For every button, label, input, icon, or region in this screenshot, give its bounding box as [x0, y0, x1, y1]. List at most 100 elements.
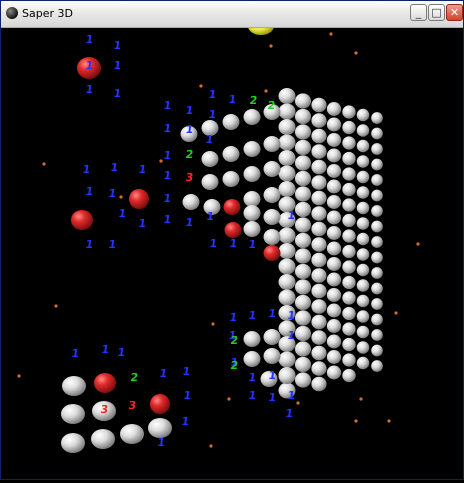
unrevealed-cell[interactable]	[342, 182, 356, 197]
unrevealed-cell[interactable]	[278, 274, 296, 290]
unrevealed-cell[interactable]	[371, 174, 383, 186]
unrevealed-cell[interactable]	[371, 344, 383, 357]
unrevealed-cell[interactable]	[326, 241, 342, 256]
unrevealed-cell[interactable]	[342, 105, 356, 119]
unrevealed-cell[interactable]	[356, 263, 370, 277]
unrevealed-cell[interactable]	[311, 128, 327, 144]
unrevealed-cell[interactable]	[294, 108, 312, 125]
unrevealed-cell[interactable]	[342, 244, 356, 259]
mine[interactable]	[223, 199, 241, 215]
unrevealed-cell[interactable]	[243, 109, 261, 125]
unrevealed-cell[interactable]	[294, 217, 312, 233]
unrevealed-cell[interactable]	[371, 189, 383, 202]
unrevealed-cell[interactable]	[342, 353, 356, 367]
unrevealed-cell[interactable]	[342, 167, 356, 181]
unrevealed-cell[interactable]	[243, 191, 261, 207]
unrevealed-cell[interactable]	[263, 348, 281, 364]
unrevealed-cell[interactable]	[278, 243, 296, 259]
unrevealed-cell[interactable]	[342, 291, 356, 305]
unrevealed-cell[interactable]	[371, 360, 383, 372]
unrevealed-cell[interactable]	[294, 124, 312, 140]
unrevealed-cell[interactable]	[222, 114, 240, 130]
unrevealed-cell[interactable]	[342, 229, 356, 243]
unrevealed-cell[interactable]	[243, 166, 261, 182]
unrevealed-cell[interactable]	[311, 268, 327, 283]
unrevealed-cell[interactable]	[356, 201, 370, 215]
unrevealed-cell[interactable]	[371, 236, 383, 248]
close-button[interactable]: ✕	[446, 4, 463, 21]
unrevealed-cell[interactable]	[311, 283, 327, 299]
unrevealed-cell[interactable]	[294, 263, 312, 280]
unrevealed-cell[interactable]	[263, 161, 281, 177]
unrevealed-cell[interactable]	[371, 127, 383, 140]
unrevealed-cell[interactable]	[371, 220, 383, 233]
unrevealed-cell[interactable]	[311, 252, 327, 268]
unrevealed-cell[interactable]	[243, 205, 261, 221]
unrevealed-cell[interactable]	[294, 186, 312, 202]
unrevealed-cell[interactable]	[326, 102, 342, 116]
unrevealed-cell[interactable]	[342, 322, 356, 336]
unrevealed-cell[interactable]	[278, 258, 296, 275]
unrevealed-cell[interactable]	[326, 365, 342, 380]
unrevealed-cell[interactable]	[356, 217, 370, 230]
unrevealed-cell[interactable]	[356, 341, 370, 354]
unrevealed-cell[interactable]	[311, 221, 327, 237]
unrevealed-cell[interactable]	[356, 294, 370, 308]
unrevealed-cell[interactable]	[326, 303, 342, 318]
unrevealed-cell[interactable]	[356, 232, 370, 246]
unrevealed-cell[interactable]	[294, 356, 312, 373]
unrevealed-cell[interactable]	[294, 310, 312, 326]
unrevealed-cell[interactable]	[311, 144, 327, 159]
unrevealed-cell[interactable]	[356, 325, 370, 339]
unrevealed-cell[interactable]	[278, 227, 296, 244]
unrevealed-cell[interactable]	[278, 119, 296, 135]
unrevealed-cell[interactable]	[342, 151, 356, 166]
unrevealed-cell[interactable]	[294, 325, 312, 342]
unrevealed-cell[interactable]	[371, 251, 383, 264]
unrevealed-cell[interactable]	[311, 314, 327, 330]
unrevealed-cell[interactable]	[371, 205, 383, 217]
title-bar[interactable]: Saper 3D _ □ ✕	[1, 1, 463, 28]
unrevealed-cell[interactable]	[61, 404, 85, 424]
unrevealed-cell[interactable]	[371, 143, 383, 155]
unrevealed-cell[interactable]	[326, 117, 342, 132]
unrevealed-cell[interactable]	[62, 376, 86, 396]
unrevealed-cell[interactable]	[342, 198, 356, 212]
unrevealed-cell[interactable]	[311, 159, 327, 175]
unrevealed-cell[interactable]	[342, 275, 356, 290]
unrevealed-cell[interactable]	[326, 272, 342, 287]
unrevealed-cell[interactable]	[326, 334, 342, 349]
unrevealed-cell[interactable]	[294, 279, 312, 295]
unrevealed-cell[interactable]	[326, 257, 342, 271]
game-viewport[interactable]: 1111111111221111112131111111111111111111…	[1, 17, 463, 479]
unrevealed-cell[interactable]	[278, 351, 296, 368]
unrevealed-cell[interactable]	[294, 139, 312, 156]
unrevealed-cell[interactable]	[326, 148, 342, 163]
unrevealed-cell[interactable]	[356, 124, 370, 137]
unrevealed-cell[interactable]	[326, 195, 342, 209]
unrevealed-cell[interactable]	[294, 294, 312, 311]
unrevealed-cell[interactable]	[278, 150, 296, 166]
unrevealed-cell[interactable]	[311, 206, 327, 221]
unrevealed-cell[interactable]	[371, 112, 383, 124]
unrevealed-cell[interactable]	[278, 134, 296, 151]
unrevealed-cell[interactable]	[278, 103, 296, 120]
unrevealed-cell[interactable]	[243, 351, 261, 367]
mine[interactable]	[263, 245, 281, 261]
mine[interactable]	[129, 189, 149, 209]
maximize-button[interactable]: □	[428, 4, 445, 21]
unrevealed-cell[interactable]	[371, 313, 383, 326]
unrevealed-cell[interactable]	[294, 341, 312, 357]
unrevealed-cell[interactable]	[326, 319, 342, 333]
unrevealed-cell[interactable]	[326, 133, 342, 147]
unrevealed-cell[interactable]	[342, 136, 356, 150]
unrevealed-cell[interactable]	[311, 376, 327, 392]
unrevealed-cell[interactable]	[326, 350, 342, 364]
unrevealed-cell[interactable]	[222, 146, 240, 162]
unrevealed-cell[interactable]	[201, 151, 219, 167]
unrevealed-cell[interactable]	[356, 248, 370, 261]
unrevealed-cell[interactable]	[311, 175, 327, 190]
unrevealed-cell[interactable]	[294, 232, 312, 249]
mine[interactable]	[150, 394, 170, 414]
unrevealed-cell[interactable]	[311, 113, 327, 128]
